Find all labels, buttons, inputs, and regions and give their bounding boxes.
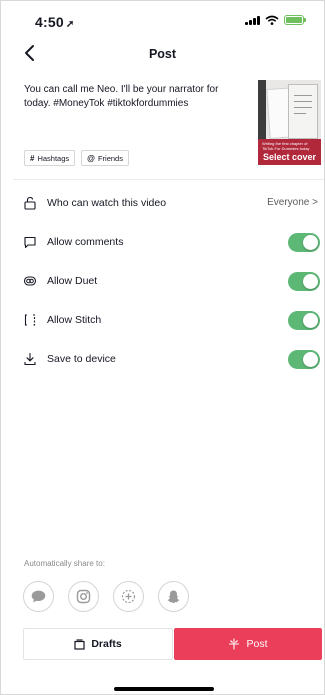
- drafts-icon: [74, 638, 85, 650]
- caption-input[interactable]: You can call me Neo. I'll be your narrat…: [24, 83, 246, 110]
- cover-paper: [288, 84, 318, 139]
- duet-icon: [23, 276, 37, 286]
- cover-caption: Writing the first chapter of TikTok For …: [262, 141, 310, 151]
- sparkle-icon: [229, 638, 240, 650]
- stitch-icon: [24, 314, 36, 326]
- allow-comments-label: Allow comments: [47, 236, 124, 248]
- allow-comments-row: Allow comments: [1, 225, 324, 261]
- allow-duet-row: Allow Duet: [1, 264, 324, 300]
- share-messages-button[interactable]: [23, 581, 54, 612]
- home-indicator: [114, 687, 214, 691]
- allow-comments-toggle[interactable]: [288, 233, 320, 252]
- post-button[interactable]: Post: [174, 628, 322, 660]
- messages-icon: [31, 590, 46, 603]
- select-cover-label[interactable]: Select cover: [258, 152, 321, 162]
- share-label: Automatically share to:: [24, 559, 105, 568]
- friends-chip[interactable]: @ Friends: [81, 150, 129, 166]
- share-instagram-button[interactable]: [68, 581, 99, 612]
- allow-stitch-label: Allow Stitch: [47, 314, 102, 326]
- status-bar: 4:50 ➚: [1, 1, 324, 35]
- status-icons: [245, 15, 306, 25]
- who-can-watch-row[interactable]: Who can watch this video Everyone >: [1, 186, 324, 222]
- save-to-device-toggle[interactable]: [288, 350, 320, 369]
- cover-band: Writing the first chapter of TikTok For …: [258, 139, 321, 165]
- unlock-icon: [24, 196, 36, 210]
- drafts-button[interactable]: Drafts: [23, 628, 173, 660]
- allow-stitch-row: Allow Stitch: [1, 303, 324, 339]
- share-add-button[interactable]: [113, 581, 144, 612]
- comment-icon: [24, 236, 36, 249]
- signal-icon: [245, 15, 260, 25]
- post-label: Post: [246, 638, 268, 650]
- battery-icon: [284, 15, 306, 25]
- add-icon: [121, 589, 136, 604]
- status-time: 4:50 ➚: [35, 14, 74, 30]
- mention-icon: @: [87, 153, 95, 163]
- time-text: 4:50: [35, 14, 64, 30]
- snapchat-icon: [167, 590, 180, 603]
- hashtag-icon: #: [30, 153, 35, 163]
- save-to-device-label: Save to device: [47, 353, 116, 365]
- instagram-icon: [76, 589, 91, 604]
- cover-thumbnail[interactable]: Writing the first chapter of TikTok For …: [258, 80, 321, 165]
- download-icon: [24, 352, 36, 366]
- hashtags-chip[interactable]: # Hashtags: [24, 150, 76, 166]
- nav-bar: Post: [1, 39, 324, 69]
- friends-label: Friends: [97, 153, 123, 163]
- chevron-right-icon: >: [312, 197, 318, 208]
- who-can-watch-value[interactable]: Everyone >: [267, 197, 318, 208]
- share-targets: [23, 581, 189, 612]
- caption-chips: # Hashtags @ Friends: [24, 150, 129, 166]
- wifi-icon: [265, 15, 279, 25]
- post-screen: 4:50 ➚ Post You can call me Neo. I'll be …: [0, 0, 325, 695]
- hashtags-label: Hashtags: [37, 153, 70, 163]
- allow-duet-toggle[interactable]: [288, 272, 320, 291]
- drafts-label: Drafts: [91, 638, 122, 650]
- page-title: Post: [148, 47, 177, 61]
- privacy-value: Everyone: [267, 197, 310, 208]
- who-can-watch-label: Who can watch this video: [47, 197, 167, 209]
- save-to-device-row: Save to device: [1, 342, 324, 378]
- allow-duet-label: Allow Duet: [47, 275, 98, 287]
- divider: [13, 179, 324, 180]
- share-snapchat-button[interactable]: [158, 581, 189, 612]
- cover-shade: [258, 80, 266, 140]
- location-icon: ➚: [65, 19, 75, 30]
- allow-stitch-toggle[interactable]: [288, 311, 320, 330]
